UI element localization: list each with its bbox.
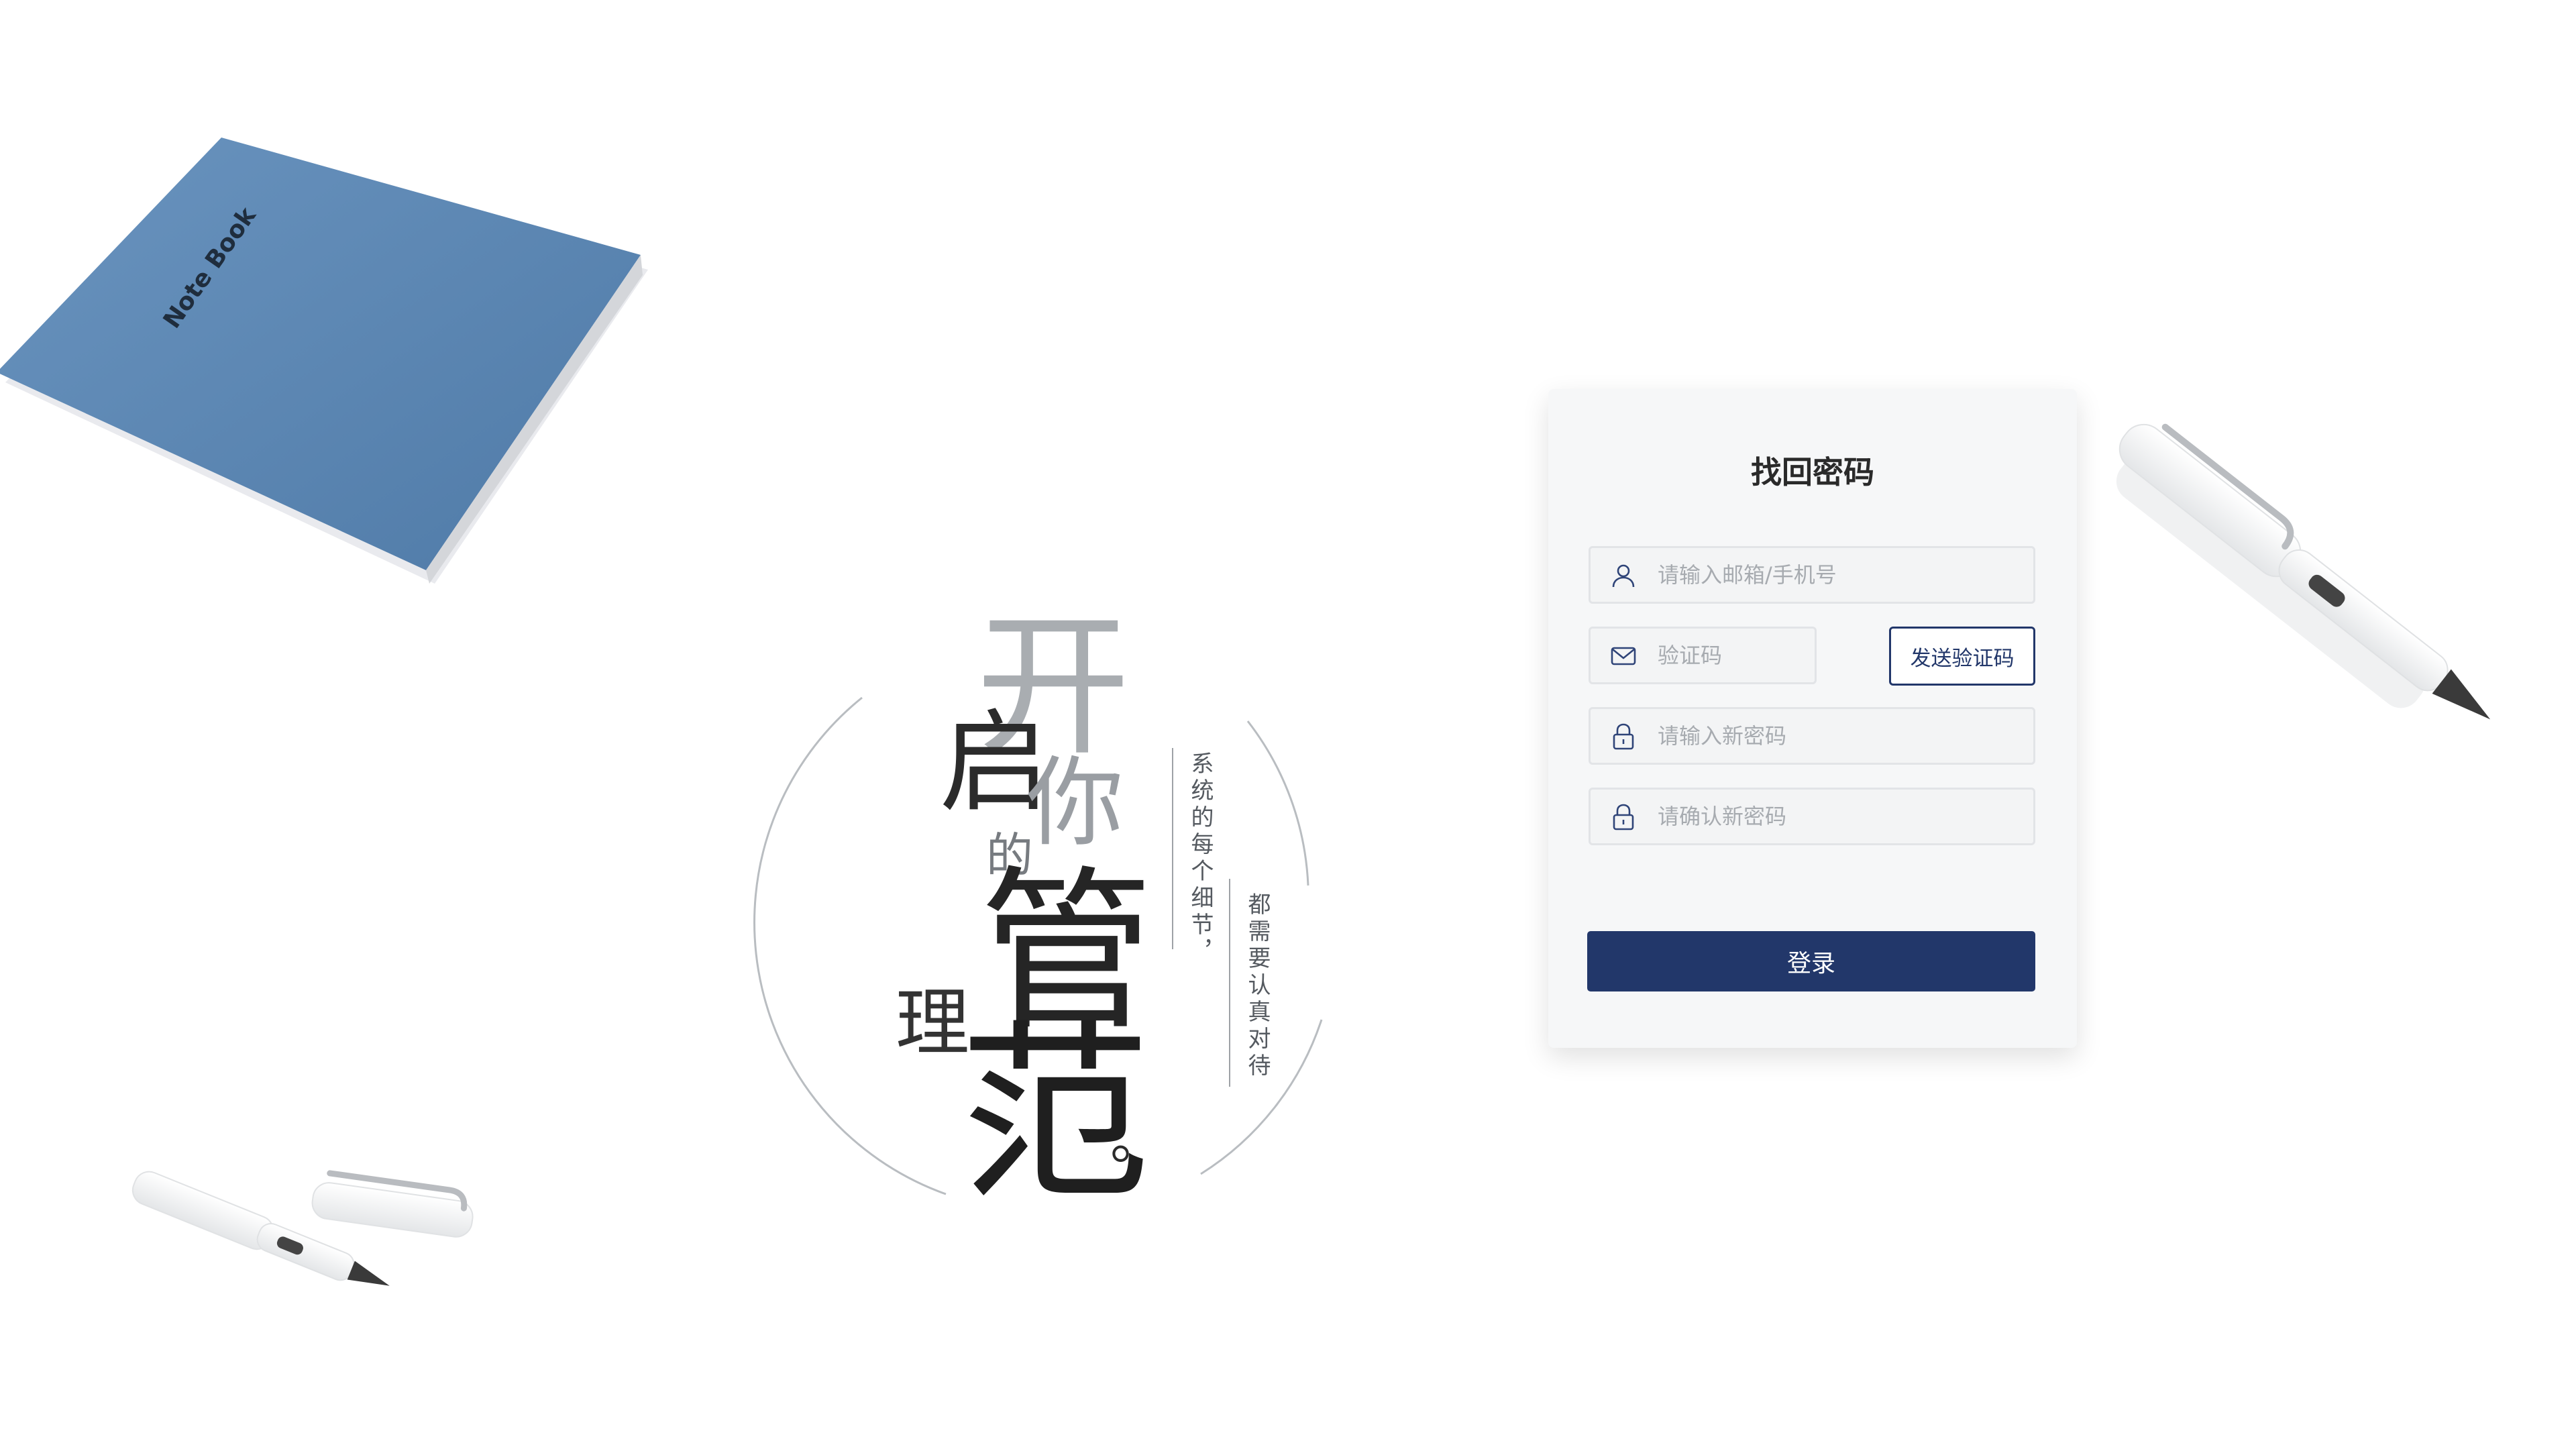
slogan-line-2: 都需要认真对待 [1244,892,1271,1080]
pen-cap-illustration [311,1170,474,1238]
new-password-input[interactable] [1658,709,2023,763]
page: Note Book 开 启 你 的 管 理 范 。 系统的每个细节， 都需要认真… [0,0,2576,1449]
mail-icon [1611,647,1636,665]
login-button[interactable]: 登录 [1587,931,2035,991]
slogan-divider [1229,879,1230,1087]
account-input[interactable] [1658,548,2023,602]
lock-icon [1613,723,1634,750]
slogan-divider [1172,748,1173,949]
confirm-password-field [1589,788,2035,845]
slogan-line-1: 系统的每个细节， [1187,751,1214,966]
recover-password-card: 找回密码 发送验证码 [1548,389,2077,1048]
account-field [1589,546,2035,604]
slogan-artwork: 开 启 你 的 管 理 范 。 系统的每个细节， 都需要认真对待 [738,590,1355,1248]
new-password-field [1589,707,2035,765]
slogan-char-end: 。 [1110,1109,1164,1171]
form-title: 找回密码 [1751,454,1874,490]
pen-illustration-right [2116,423,2491,720]
confirm-password-input[interactable] [1658,790,2023,843]
user-icon [1612,564,1635,588]
send-code-button[interactable]: 发送验证码 [1889,627,2035,686]
lock-icon [1613,804,1634,830]
code-input[interactable] [1658,629,1804,682]
notebook-illustration: Note Book [0,138,648,584]
slogan-char-li: 理 [896,980,969,1066]
code-field [1589,627,1817,684]
slogan-char-ni: 你 [1026,747,1124,860]
